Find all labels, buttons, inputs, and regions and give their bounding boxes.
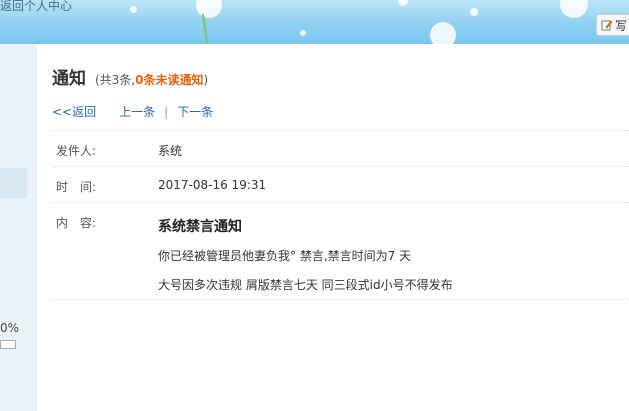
unread-count: 0条未读通知 [135, 73, 204, 87]
notification-count: (共3条,0条未读通知) [95, 71, 208, 88]
dandelion-decoration [398, 0, 408, 6]
nav-separator: | [164, 104, 169, 119]
top-banner: 返回个人中心 写 [0, 0, 629, 44]
content-row: 内 容: 系统禁言通知 你已经被管理员他妻负我° 禁言,禁言时间为7 天 大号因… [52, 202, 629, 300]
sidebar-percent-text: 0% [0, 321, 20, 335]
message-line-1: 你已经被管理员他妻负我° 禁言,禁言时间为7 天 [158, 249, 412, 263]
dandelion-decoration [430, 22, 456, 44]
message-line-2: 大号因多次违规 屑版禁言七天 同三段式id小号不得发布 [158, 278, 453, 292]
back-to-profile-link[interactable]: 返回个人中心 [0, 0, 72, 14]
next-link[interactable]: 下一条 [177, 103, 213, 120]
sender-value: 系统 [158, 144, 183, 158]
time-row: 时 间: 2017-08-16 19:31 [52, 166, 629, 203]
write-button[interactable]: 写 [596, 14, 629, 36]
dandelion-stem [201, 14, 209, 44]
message-title: 系统禁言通知 [158, 219, 242, 235]
dandelion-decoration [470, 8, 478, 16]
back-link[interactable]: <<返回 [52, 103, 96, 120]
sender-label: 发件人: [56, 144, 97, 158]
notification-panel: 通知 (共3条,0条未读通知) <<返回 上一条 | 下一条 发件人: 系统 时… [37, 44, 629, 411]
dandelion-decoration [130, 6, 137, 13]
count-prefix: (共3条, [95, 73, 136, 87]
content-label: 内 容: [56, 216, 97, 230]
write-button-label: 写 [615, 18, 628, 33]
dandelion-decoration [196, 0, 222, 18]
time-label: 时 间: [56, 180, 97, 194]
page-title: 通知 [52, 69, 86, 89]
left-sidebar: 0% [0, 44, 37, 411]
prev-link[interactable]: 上一条 [119, 103, 155, 120]
dandelion-decoration [300, 30, 306, 36]
time-value: 2017-08-16 19:31 [158, 178, 267, 192]
pencil-edit-icon [601, 20, 613, 31]
notification-nav: <<返回 上一条 | 下一条 [52, 103, 213, 120]
count-suffix: ) [203, 73, 209, 87]
dandelion-decoration [560, 0, 588, 18]
sidebar-active-tab[interactable] [0, 168, 27, 198]
sender-row: 发件人: 系统 [52, 130, 629, 167]
sidebar-progress-bar [0, 340, 16, 349]
page-header: 通知 (共3条,0条未读通知) [52, 64, 208, 89]
